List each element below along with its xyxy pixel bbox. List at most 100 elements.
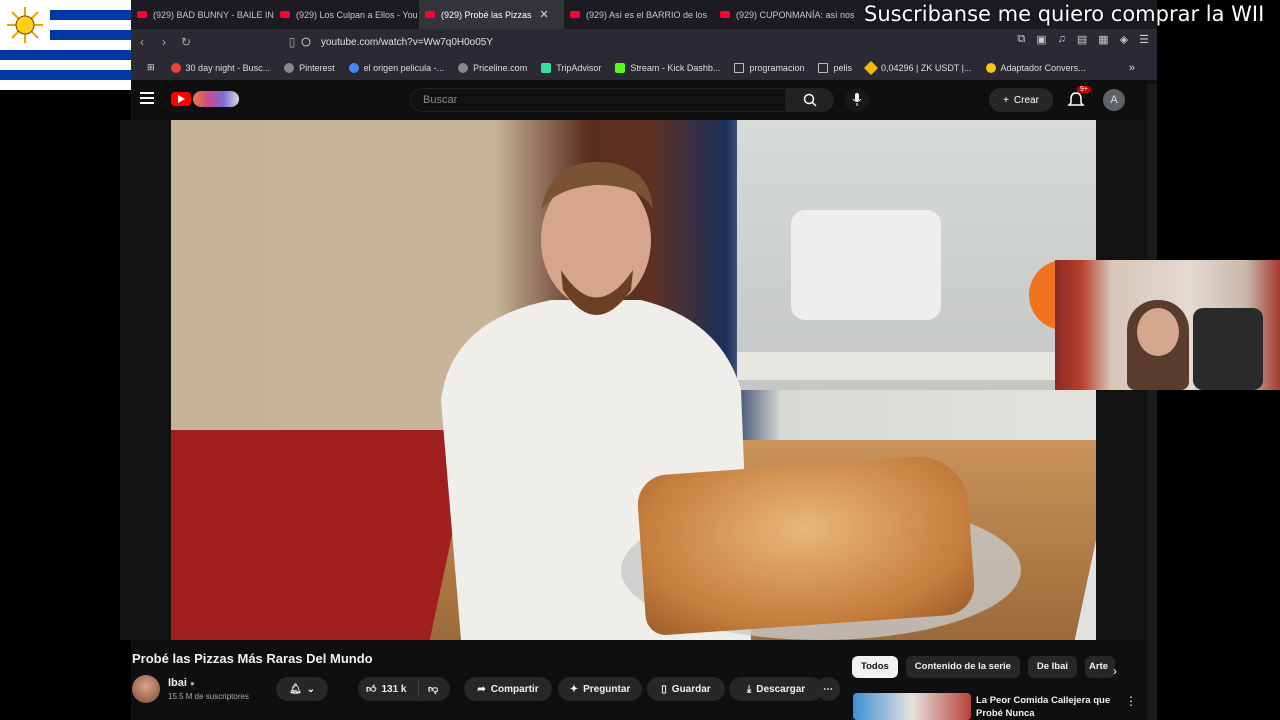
bell-icon: 🔔︎ xyxy=(288,683,302,695)
stream-overlay-banner: Suscribanse me quiero comprar la WII xyxy=(864,2,1265,26)
chip-art[interactable]: Arte xyxy=(1085,656,1116,678)
vpn-icon[interactable]: ◈ xyxy=(1120,33,1128,46)
navigation-bar: ‹ › ↻ ▯ youtube.com/watch?v=Ww7q0H0o05Y … xyxy=(131,29,1157,55)
notifications-dropdown-button[interactable]: 🔔︎ ⌄ xyxy=(276,677,328,701)
ask-button[interactable]: ✦ Preguntar xyxy=(558,677,642,701)
search-input[interactable]: Buscar xyxy=(410,88,786,112)
crypto-icon xyxy=(863,60,879,75)
share-button[interactable]: ➦ Compartir xyxy=(464,677,552,701)
save-button[interactable]: ▯ Guardar xyxy=(647,677,725,701)
share-icon: ➦ xyxy=(477,683,486,695)
channel-name[interactable]: Ibai ● xyxy=(168,677,195,689)
video-player[interactable] xyxy=(120,120,1146,640)
related-chips: Todos Contenido de la serie De Ibai Arte xyxy=(852,656,1116,678)
site-info-icon[interactable] xyxy=(301,37,311,47)
tab-2-active[interactable]: (929) Probé las Pizzas ✕ xyxy=(419,0,564,29)
bookmark-folder[interactable]: programacion xyxy=(734,62,804,73)
sparkle-icon: ✦ xyxy=(569,683,579,695)
chevron-down-icon: ⌄ xyxy=(306,683,316,695)
converter-icon xyxy=(985,62,996,73)
create-button[interactable]: + Crear xyxy=(989,88,1053,112)
like-button[interactable]: 👍︎ 131 k 👎︎ xyxy=(358,677,450,701)
plus-icon: + xyxy=(1003,94,1009,106)
extensions-icon[interactable]: ⧉ xyxy=(1017,33,1025,46)
bookmark-item[interactable]: 30 day night - Busc... xyxy=(170,62,270,73)
recommended-video-title[interactable]: La Peor Comida Callejera que Probé Nunca xyxy=(976,694,1136,720)
tab-1[interactable]: (929) Los Culpan a Ellos - You xyxy=(274,0,419,29)
globe-icon xyxy=(458,62,469,73)
back-icon[interactable]: ‹ xyxy=(131,35,153,49)
video-frame xyxy=(171,120,1096,640)
hamburger-menu-icon[interactable] xyxy=(140,92,154,104)
youtube-icon xyxy=(280,11,290,18)
reload-icon[interactable]: ↻ xyxy=(175,35,197,49)
webcam-person-face xyxy=(1137,308,1179,356)
globe-icon xyxy=(284,62,295,73)
bookmark-folder[interactable]: pelis xyxy=(818,62,852,73)
browser-window: (929) BAD BUNNY - BAILE INo (929) Los Cu… xyxy=(120,0,1157,720)
close-tab-icon[interactable]: ✕ xyxy=(540,8,549,21)
bookmark-icon: ▯ xyxy=(661,683,667,695)
more-actions-button[interactable]: ⋯ xyxy=(816,677,840,701)
tab-3[interactable]: (929) Así es el BARRIO de los xyxy=(564,0,714,29)
apps-icon[interactable]: ⊞ xyxy=(147,62,155,73)
sun-of-may-icon xyxy=(0,0,50,50)
more-bookmarks-icon[interactable]: » xyxy=(1129,62,1135,74)
tripadvisor-icon xyxy=(541,62,552,73)
kick-icon xyxy=(615,62,626,73)
tab-0[interactable]: (929) BAD BUNNY - BAILE INo xyxy=(131,0,274,29)
toolbar-icons: ⧉ ▣ ♫ ▤ ▦ ◈ ☰ xyxy=(1017,33,1149,46)
download-icon: ⤓ xyxy=(746,683,752,695)
more-icon: ⋯ xyxy=(823,683,833,695)
kebab-menu-icon[interactable]: ⋮ xyxy=(1125,694,1137,708)
notifications-bell-icon[interactable] xyxy=(1066,90,1086,110)
bookmark-item[interactable]: Pinterest xyxy=(284,62,335,73)
chip-all[interactable]: Todos xyxy=(852,656,898,678)
youtube-icon xyxy=(137,11,147,18)
youtube-logo-icon[interactable] xyxy=(171,92,191,106)
search-icon xyxy=(803,93,817,107)
verified-icon: ● xyxy=(190,679,195,688)
chip-channel[interactable]: De Ibai xyxy=(1027,656,1078,678)
bookmark-item[interactable]: el origen pelicula -... xyxy=(348,62,444,73)
sidebar-icon[interactable]: ▤ xyxy=(1077,33,1087,46)
account-avatar[interactable]: A xyxy=(1103,89,1125,111)
bookmark-item[interactable]: TripAdvisor xyxy=(541,62,601,73)
bookmark-item[interactable]: Adaptador Convers... xyxy=(985,62,1086,73)
doodle-logo[interactable] xyxy=(193,91,239,107)
menu-icon[interactable]: ☰ xyxy=(1139,33,1149,46)
uruguay-flag-overlay xyxy=(0,0,131,90)
page-scrollbar[interactable] xyxy=(1147,84,1157,720)
dislike-button[interactable]: 👎︎ xyxy=(428,683,438,695)
download-button[interactable]: ⤓ Descargar xyxy=(729,677,823,701)
video-scene-pizza xyxy=(635,453,977,637)
youtube-icon xyxy=(720,11,730,18)
screenshot-icon[interactable]: ▣ xyxy=(1036,33,1046,46)
thumbs-up-icon: 👍︎ xyxy=(366,684,377,695)
search-button[interactable] xyxy=(786,88,834,112)
forward-icon[interactable]: › xyxy=(153,35,175,49)
wallet-icon[interactable]: ▦ xyxy=(1098,33,1108,46)
video-scene-sill xyxy=(737,352,1096,380)
video-scene-van xyxy=(791,210,941,320)
folder-icon xyxy=(818,62,829,73)
music-icon[interactable]: ♫ xyxy=(1058,33,1066,46)
youtube-header: Buscar + Crear 9+ A xyxy=(131,80,1157,120)
bookmark-item[interactable]: Stream - Kick Dashb... xyxy=(615,62,720,73)
url-text: youtube.com/watch?v=Ww7q0H0o05Y xyxy=(321,36,494,48)
webcam-gaming-chair xyxy=(1193,308,1263,390)
tab-4[interactable]: (929) CUPONMANÍA: así nos xyxy=(714,0,859,29)
bookmark-icon[interactable]: ▯ xyxy=(281,35,303,49)
chip-series[interactable]: Contenido de la serie xyxy=(905,656,1020,678)
chevron-right-icon[interactable]: › xyxy=(1113,664,1117,678)
bookmark-item[interactable]: 0,04296 | ZK USDT |... xyxy=(863,60,972,75)
google-icon xyxy=(348,62,359,73)
recommended-video-thumbnail[interactable] xyxy=(853,693,971,720)
webcam-overlay xyxy=(1055,260,1280,390)
channel-avatar[interactable] xyxy=(132,675,160,703)
bookmark-item[interactable]: Priceline.com xyxy=(458,62,527,73)
notification-count-badge: 9+ xyxy=(1077,86,1091,93)
google-icon xyxy=(170,62,181,73)
voice-search-button[interactable] xyxy=(845,88,869,112)
address-bar[interactable]: youtube.com/watch?v=Ww7q0H0o05Y xyxy=(301,32,909,52)
